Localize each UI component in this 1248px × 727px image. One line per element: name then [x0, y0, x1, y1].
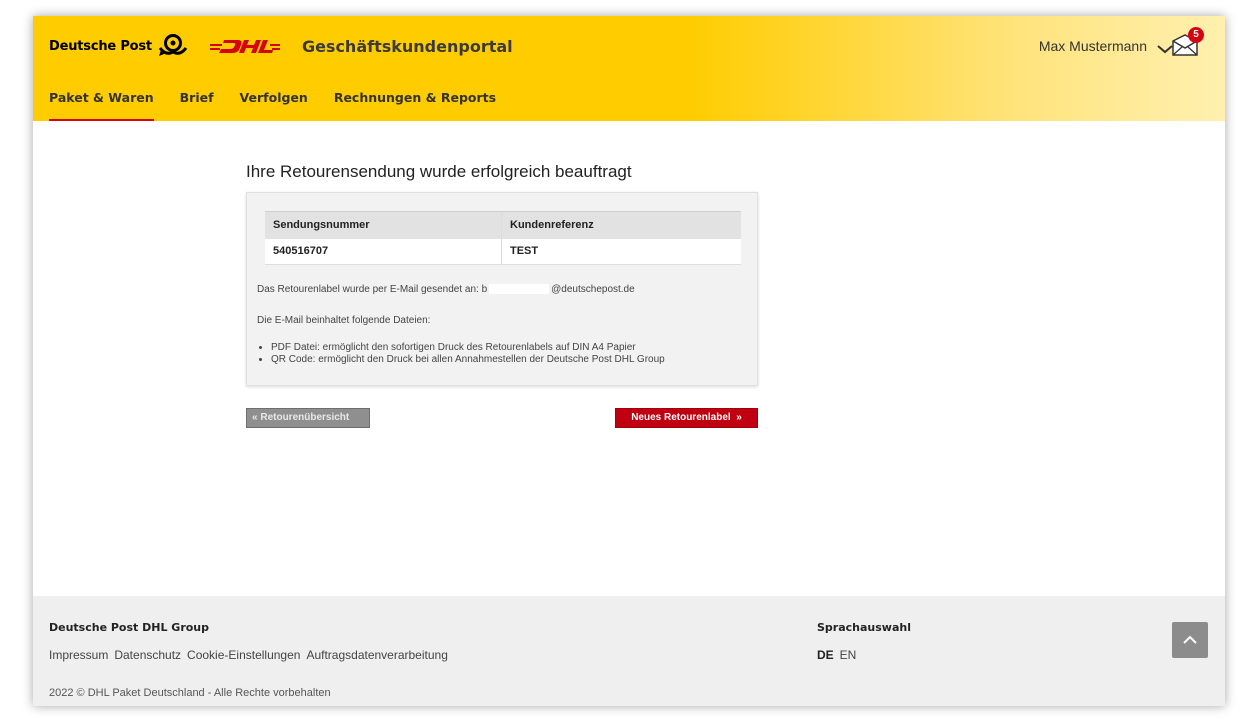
- language-en[interactable]: EN: [840, 648, 857, 662]
- nav-paket-waren[interactable]: Paket & Waren: [49, 89, 154, 121]
- notifications-button[interactable]: 5: [1171, 27, 1204, 61]
- redacted-email-part: [489, 284, 550, 295]
- portal-title: Geschäftskundenportal: [301, 36, 513, 56]
- back-button-label: Retourenübersicht: [260, 412, 350, 423]
- copyright: 2022 © DHL Paket Deutschland - Alle Rech…: [49, 687, 331, 699]
- link-datenschutz[interactable]: Datenschutz: [114, 648, 181, 662]
- email-text-suffix: @deutschepost.de: [551, 284, 635, 295]
- new-return-label-button[interactable]: Neues Retourenlabel »: [615, 408, 758, 428]
- column-header-sendungsnummer: Sendungsnummer: [265, 212, 502, 239]
- user-name: Max Mustermann: [1038, 38, 1147, 54]
- double-chevron-right-icon: »: [733, 412, 742, 423]
- nav-rechnungen-reports[interactable]: Rechnungen & Reports: [334, 89, 496, 121]
- back-to-overview-button[interactable]: « Retourenübersicht: [246, 408, 370, 428]
- shipment-number: 540516707: [265, 239, 502, 264]
- confirmation-card: Sendungsnummer Kundenreferenz 540516707 …: [246, 192, 758, 386]
- language-switcher: DE EN: [817, 648, 862, 662]
- list-item: PDF Datei: ermöglicht den sofortigen Dru…: [271, 342, 665, 353]
- deutsche-post-logo-text: Deutsche Post: [49, 38, 152, 54]
- link-auftragsdatenverarbeitung[interactable]: Auftragsdatenverarbeitung: [306, 648, 447, 662]
- mail-icon: [1171, 34, 1199, 61]
- footer: Deutsche Post DHL Group Impressum Datens…: [33, 596, 1225, 706]
- notification-badge: 5: [1188, 27, 1204, 43]
- list-item: QR Code: ermöglicht den Druck bei allen …: [271, 354, 665, 365]
- link-cookie-einstellungen[interactable]: Cookie-Einstellungen: [187, 648, 300, 662]
- nav-brief[interactable]: Brief: [180, 89, 214, 121]
- user-menu[interactable]: Max Mustermann: [1039, 38, 1173, 54]
- page-title: Ihre Retourensendung wurde erfolgreich b…: [246, 162, 632, 181]
- column-header-kundenreferenz: Kundenreferenz: [510, 219, 594, 231]
- brand-row: Deutsche Post Geschäftskundenportal: [49, 33, 513, 59]
- customer-reference: TEST: [510, 245, 539, 257]
- posthorn-icon: [158, 34, 188, 58]
- files-intro: Die E-Mail beinhaltet folgende Dateien:: [257, 315, 431, 326]
- main-nav: Paket & Waren Brief Verfolgen Rechnungen…: [49, 89, 522, 121]
- portal-window: Deutsche Post Geschäftskundenportal Max …: [33, 16, 1225, 706]
- language-title: Sprachauswahl: [817, 621, 911, 634]
- files-list: PDF Datei: ermöglicht den sofortigen Dru…: [271, 342, 665, 366]
- email-sent-text: Das Retourenlabel wurde per E-Mail gesen…: [257, 284, 635, 295]
- footer-group-name: Deutsche Post DHL Group: [49, 621, 210, 634]
- header: Deutsche Post Geschäftskundenportal Max …: [33, 16, 1225, 121]
- table-row: 540516707 TEST: [265, 239, 741, 265]
- email-text-prefix: Das Retourenlabel wurde per E-Mail gesen…: [257, 284, 488, 295]
- table-header: Sendungsnummer Kundenreferenz: [265, 211, 741, 239]
- new-button-label: Neues Retourenlabel: [631, 412, 731, 423]
- back-to-top-button[interactable]: [1172, 622, 1208, 658]
- nav-verfolgen[interactable]: Verfolgen: [240, 89, 308, 121]
- double-chevron-left-icon: «: [252, 412, 258, 423]
- chevron-up-icon: [1172, 635, 1208, 662]
- dhl-logo: [209, 35, 280, 57]
- footer-links: Impressum Datenschutz Cookie-Einstellung…: [49, 648, 454, 662]
- link-impressum[interactable]: Impressum: [49, 648, 108, 662]
- shipment-table: Sendungsnummer Kundenreferenz 540516707 …: [265, 211, 741, 265]
- language-de[interactable]: DE: [817, 648, 834, 662]
